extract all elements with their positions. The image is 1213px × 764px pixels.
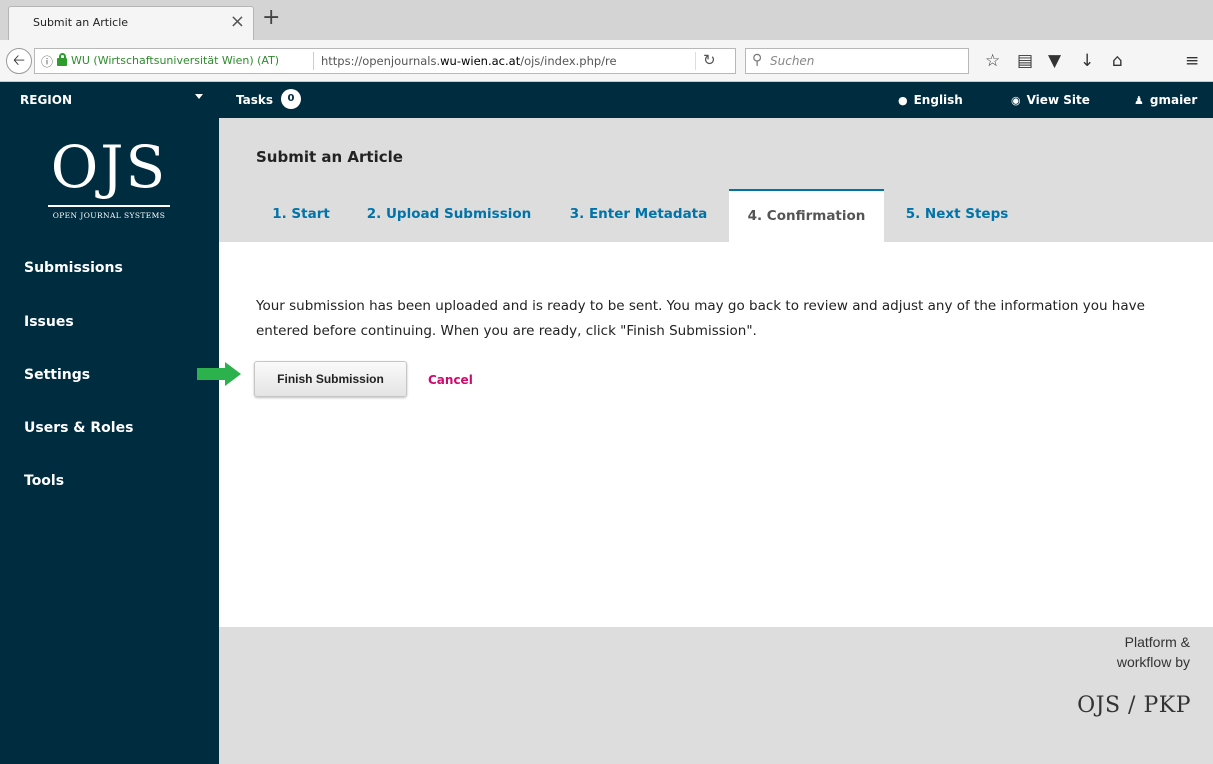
confirmation-message: Your submission has been uploaded and is…: [256, 298, 1145, 339]
search-placeholder: Suchen: [770, 54, 815, 68]
language-link[interactable]: ● English: [898, 93, 963, 107]
tab-enter-metadata[interactable]: 3. Enter Metadata: [566, 189, 711, 242]
sidebar-item-submissions[interactable]: Submissions: [24, 260, 123, 276]
user-menu[interactable]: ♟ gmaier: [1134, 93, 1197, 107]
reload-icon[interactable]: ↻: [703, 51, 716, 69]
view-site-label: View Site: [1026, 93, 1090, 107]
sidebar-item-tools[interactable]: Tools: [24, 473, 64, 489]
globe-icon: ●: [898, 94, 908, 107]
sidebar-item-settings[interactable]: Settings: [24, 367, 90, 383]
tasks-count-badge[interactable]: 0: [281, 89, 301, 109]
logo-subtitle: OPEN JOURNAL SYSTEMS: [52, 211, 166, 220]
tab-confirmation[interactable]: 4. Confirmation: [729, 189, 884, 242]
browser-navbar: 🡠 ⓘ WU (Wirtschaftsuniversität Wien) (AT…: [0, 40, 1213, 82]
footer-credit: Platform & workflow by: [1117, 632, 1190, 672]
language-label: English: [913, 93, 963, 107]
tab-start[interactable]: 1. Start: [270, 189, 332, 242]
page-header: Submit an Article 1. Start 2. Upload Sub…: [219, 118, 1213, 242]
site-identity[interactable]: WU (Wirtschaftsuniversität Wien) (AT): [71, 54, 279, 67]
user-name: gmaier: [1149, 93, 1198, 107]
view-site-link[interactable]: ◉ View Site: [1011, 93, 1090, 107]
tab-close-icon[interactable]: ×: [230, 11, 245, 32]
ojs-logo[interactable]: OJS OPEN JOURNAL SYSTEMS: [34, 136, 184, 236]
url-text[interactable]: https://openjournals.wu-wien.ac.at/ojs/i…: [321, 54, 671, 68]
back-arrow-icon[interactable]: 🡠: [6, 48, 32, 74]
sidebar: OJS OPEN JOURNAL SYSTEMS Submissions Iss…: [0, 118, 219, 764]
browser-search-input[interactable]: ⚲ Suchen: [745, 48, 969, 74]
main-content: Your submission has been uploaded and is…: [197, 242, 1213, 627]
browser-tab[interactable]: Submit an Article ×: [8, 6, 254, 40]
logo-underline: [48, 205, 170, 207]
tasks-link[interactable]: Tasks: [236, 93, 273, 107]
download-icon[interactable]: ↓: [1080, 51, 1094, 71]
lock-icon[interactable]: [57, 53, 67, 66]
search-icon: ⚲: [752, 52, 763, 68]
reading-list-icon[interactable]: ▤: [1017, 51, 1033, 71]
footer-line-1: Platform &: [1124, 634, 1190, 650]
green-arrow-icon: [197, 362, 247, 386]
page-title: Submit an Article: [256, 148, 403, 166]
menu-icon[interactable]: ≡: [1185, 51, 1199, 71]
url-suffix: /ojs/index.php/re: [520, 54, 617, 68]
eye-icon: ◉: [1011, 94, 1021, 107]
sidebar-item-users-roles[interactable]: Users & Roles: [24, 420, 133, 436]
sidebar-item-issues[interactable]: Issues: [24, 314, 74, 330]
url-bar[interactable]: ⓘ WU (Wirtschaftsuniversität Wien) (AT) …: [34, 48, 736, 74]
tab-upload-submission[interactable]: 2. Upload Submission: [364, 189, 534, 242]
tab-next-steps[interactable]: 5. Next Steps: [902, 189, 1012, 242]
url-prefix: https://openjournals.: [321, 54, 441, 68]
caret-down-icon[interactable]: [195, 94, 203, 99]
url-domain: wu-wien.ac.at: [440, 54, 521, 68]
app-top-bar: REGION Tasks 0 ● English ◉ View Site ♟ gmai…: [0, 82, 1213, 118]
browser-tab-strip: Submit an Article × +: [0, 0, 1213, 40]
context-switcher[interactable]: REGION: [20, 93, 72, 107]
logo-main-text: OJS: [50, 133, 168, 201]
footer: Platform & workflow by OJS / PKP: [219, 627, 1213, 764]
pkp-brand-link[interactable]: OJS / PKP: [1077, 693, 1191, 718]
pocket-icon[interactable]: ▼: [1048, 51, 1061, 71]
home-icon[interactable]: ⌂: [1112, 51, 1123, 71]
user-icon: ♟: [1134, 94, 1144, 107]
url-divider-2: [695, 52, 696, 70]
cancel-link[interactable]: Cancel: [428, 373, 473, 387]
star-icon[interactable]: ☆: [985, 51, 1000, 71]
url-divider: [313, 52, 314, 70]
finish-submission-button[interactable]: Finish Submission: [254, 361, 407, 397]
footer-line-2: workflow by: [1116, 654, 1190, 670]
info-icon[interactable]: ⓘ: [41, 53, 53, 70]
new-tab-button[interactable]: +: [262, 6, 280, 30]
tab-title: Submit an Article: [33, 16, 129, 29]
